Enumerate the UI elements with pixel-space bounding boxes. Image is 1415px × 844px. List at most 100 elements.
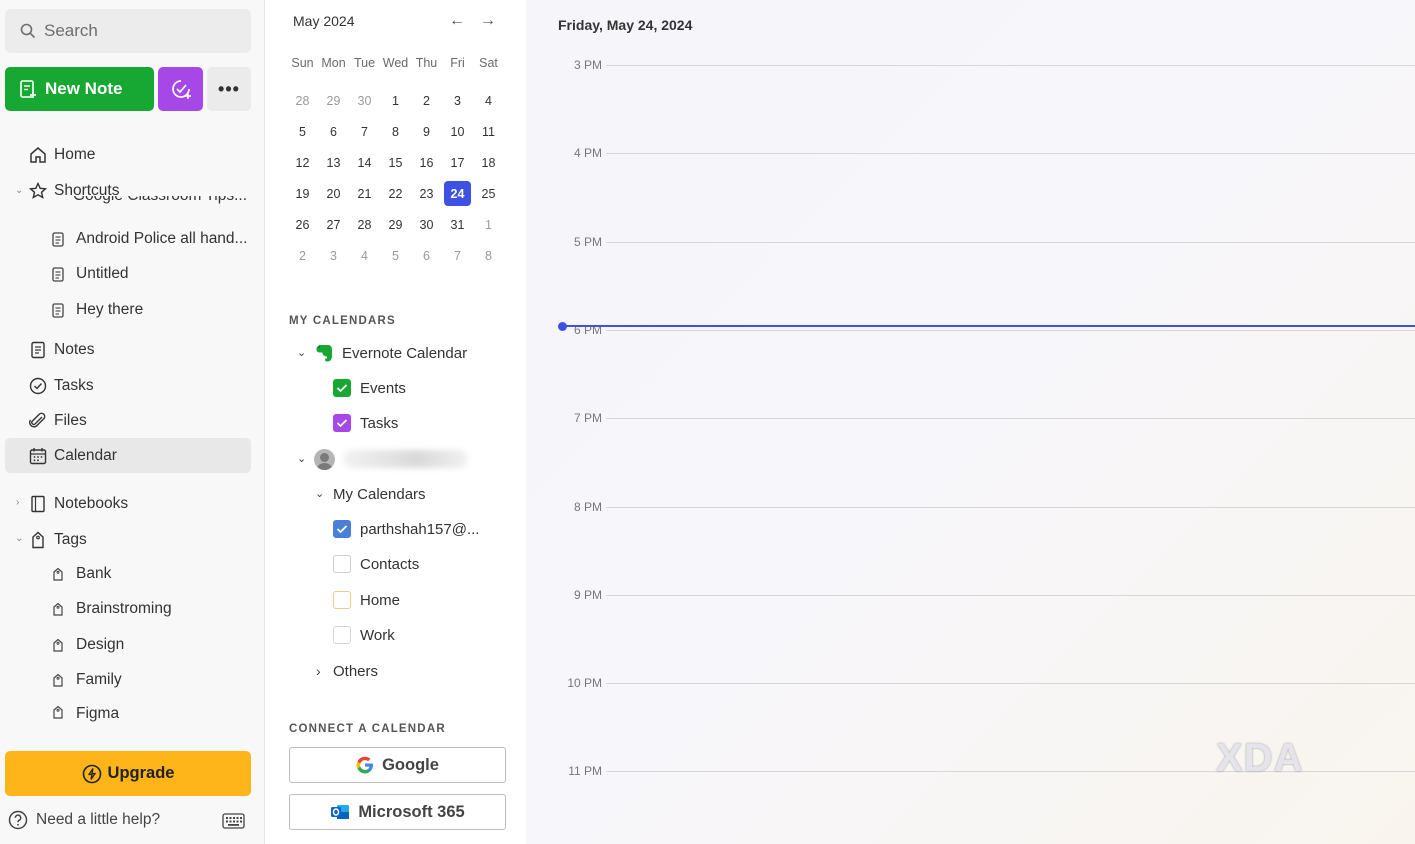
home-calendar-toggle[interactable]: Home	[333, 585, 400, 615]
chevron-down-icon[interactable]: ⌄	[315, 487, 324, 500]
calendar-day[interactable]: 5	[289, 119, 316, 144]
tasks-checkbox[interactable]	[333, 414, 351, 432]
calendar-day[interactable]: 8	[382, 119, 409, 144]
account-calendar-toggle[interactable]: parthshah157@...	[333, 514, 479, 544]
shortcut-item[interactable]: Android Police all hand...	[50, 223, 250, 255]
calendar-day[interactable]: 25	[475, 181, 502, 206]
connect-google-button[interactable]: Google	[289, 747, 506, 783]
calendar-day[interactable]: 20	[320, 181, 347, 206]
calendar-day[interactable]: 19	[289, 181, 316, 206]
sidebar-item-files[interactable]: Files	[5, 403, 251, 438]
hour-row[interactable]: 10 PM	[526, 676, 1415, 690]
calendar-day[interactable]: 6	[320, 119, 347, 144]
hour-row[interactable]: 7 PM	[526, 411, 1415, 425]
calendar-day[interactable]: 24	[444, 181, 471, 206]
contacts-calendar-toggle[interactable]: Contacts	[333, 549, 419, 579]
calendar-day[interactable]: 2	[413, 88, 440, 113]
tag-item[interactable]: Bank	[50, 558, 250, 590]
hour-row[interactable]: 8 PM	[526, 500, 1415, 514]
calendar-day[interactable]: 30	[413, 212, 440, 237]
tag-item[interactable]: Design	[50, 629, 250, 661]
calendar-day[interactable]: 17	[444, 150, 471, 175]
calendar-day[interactable]: 15	[382, 150, 409, 175]
connect-microsoft-button[interactable]: Microsoft 365	[289, 794, 506, 830]
calendar-day[interactable]: 18	[475, 150, 502, 175]
calendar-day[interactable]: 27	[320, 212, 347, 237]
work-checkbox[interactable]	[333, 626, 351, 644]
evernote-calendar-row[interactable]: Evernote Calendar	[315, 338, 467, 368]
calendar-day[interactable]: 11	[475, 119, 502, 144]
sidebar-item-calendar[interactable]: Calendar	[5, 438, 251, 473]
shortcut-item[interactable]: Untitled	[50, 258, 250, 290]
calendar-day[interactable]: 10	[444, 119, 471, 144]
calendar-day[interactable]: 8	[475, 243, 502, 268]
shortcut-item[interactable]: Hey there	[50, 294, 250, 326]
calendar-day[interactable]: 26	[289, 212, 316, 237]
calendar-day[interactable]: 3	[444, 88, 471, 113]
sidebar-item-notes[interactable]: Notes	[5, 332, 251, 367]
tasks-calendar-toggle[interactable]: Tasks	[333, 408, 398, 438]
next-month-arrow-icon[interactable]: →	[480, 12, 496, 30]
calendar-day[interactable]: 9	[413, 119, 440, 144]
sidebar-item-tags[interactable]: Tags	[5, 522, 251, 557]
calendar-day[interactable]: 16	[413, 150, 440, 175]
calendar-day[interactable]: 1	[475, 212, 502, 237]
work-calendar-toggle[interactable]: Work	[333, 620, 395, 650]
calendar-day[interactable]: 7	[351, 119, 378, 144]
help-link[interactable]: Need a little help?	[8, 810, 160, 830]
calendar-day[interactable]: 22	[382, 181, 409, 206]
calendar-day[interactable]: 30	[351, 88, 378, 113]
calendar-day[interactable]: 5	[382, 243, 409, 268]
hour-row[interactable]: 9 PM	[526, 588, 1415, 602]
upgrade-button[interactable]: Upgrade	[5, 751, 251, 796]
calendar-day[interactable]: 31	[444, 212, 471, 237]
search-box[interactable]: Search	[5, 9, 251, 53]
more-options-button[interactable]: •••	[207, 67, 251, 111]
hour-row[interactable]: 5 PM	[526, 235, 1415, 249]
tag-item[interactable]: Brainstroming	[50, 593, 250, 625]
new-task-button[interactable]	[158, 67, 203, 111]
hour-row[interactable]: 3 PM	[526, 58, 1415, 72]
calendar-day[interactable]: 29	[382, 212, 409, 237]
contacts-checkbox[interactable]	[333, 555, 351, 573]
calendar-day[interactable]: 4	[351, 243, 378, 268]
notebook-icon	[28, 494, 48, 514]
keyboard-shortcuts-icon[interactable]	[222, 813, 245, 829]
calendar-day[interactable]: 7	[444, 243, 471, 268]
chevron-down-icon[interactable]: ⌄	[297, 346, 306, 359]
hour-row[interactable]: 4 PM	[526, 146, 1415, 160]
tag-item[interactable]: Family	[50, 664, 250, 696]
calendar-day[interactable]: 12	[289, 150, 316, 175]
events-checkbox[interactable]	[333, 379, 351, 397]
calendar-day[interactable]: 28	[289, 88, 316, 113]
note-icon	[50, 302, 66, 318]
new-note-button[interactable]: New Note	[5, 67, 154, 111]
calendar-day[interactable]: 13	[320, 150, 347, 175]
day-view[interactable]: Friday, May 24, 2024 3 PM 4 PM 5 PM 6 PM 7 P…	[526, 0, 1415, 844]
chevron-down-icon[interactable]: ⌄	[297, 452, 306, 465]
calendar-day[interactable]: 1	[382, 88, 409, 113]
my-calendars-group[interactable]: My Calendars	[333, 479, 426, 509]
others-group[interactable]: Others	[333, 656, 378, 686]
sidebar-item-notebooks[interactable]: Notebooks	[5, 486, 251, 521]
home-checkbox[interactable]	[333, 591, 351, 609]
weekday-label: Tue	[353, 56, 376, 70]
calendar-day[interactable]: 3	[320, 243, 347, 268]
calendar-day[interactable]: 28	[351, 212, 378, 237]
calendar-day[interactable]: 21	[351, 181, 378, 206]
calendar-day[interactable]: 23	[413, 181, 440, 206]
calendar-day[interactable]: 6	[413, 243, 440, 268]
account-calendar-checkbox[interactable]	[333, 520, 351, 538]
account-row[interactable]	[314, 444, 468, 474]
previous-month-arrow-icon[interactable]: ←	[449, 12, 465, 30]
sidebar-item-tasks[interactable]: Tasks	[5, 368, 251, 403]
calendar-day[interactable]: 2	[289, 243, 316, 268]
calendar-day[interactable]: 14	[351, 150, 378, 175]
shortcut-item-clipped[interactable]: Google Classroom Tips...	[47, 196, 247, 212]
sidebar-item-home[interactable]: Home	[5, 137, 251, 172]
chevron-right-icon[interactable]: ›	[316, 663, 321, 679]
calendar-day[interactable]: 4	[475, 88, 502, 113]
events-calendar-toggle[interactable]: Events	[333, 373, 406, 403]
calendar-day[interactable]: 29	[320, 88, 347, 113]
tag-item[interactable]: Figma	[50, 705, 250, 723]
